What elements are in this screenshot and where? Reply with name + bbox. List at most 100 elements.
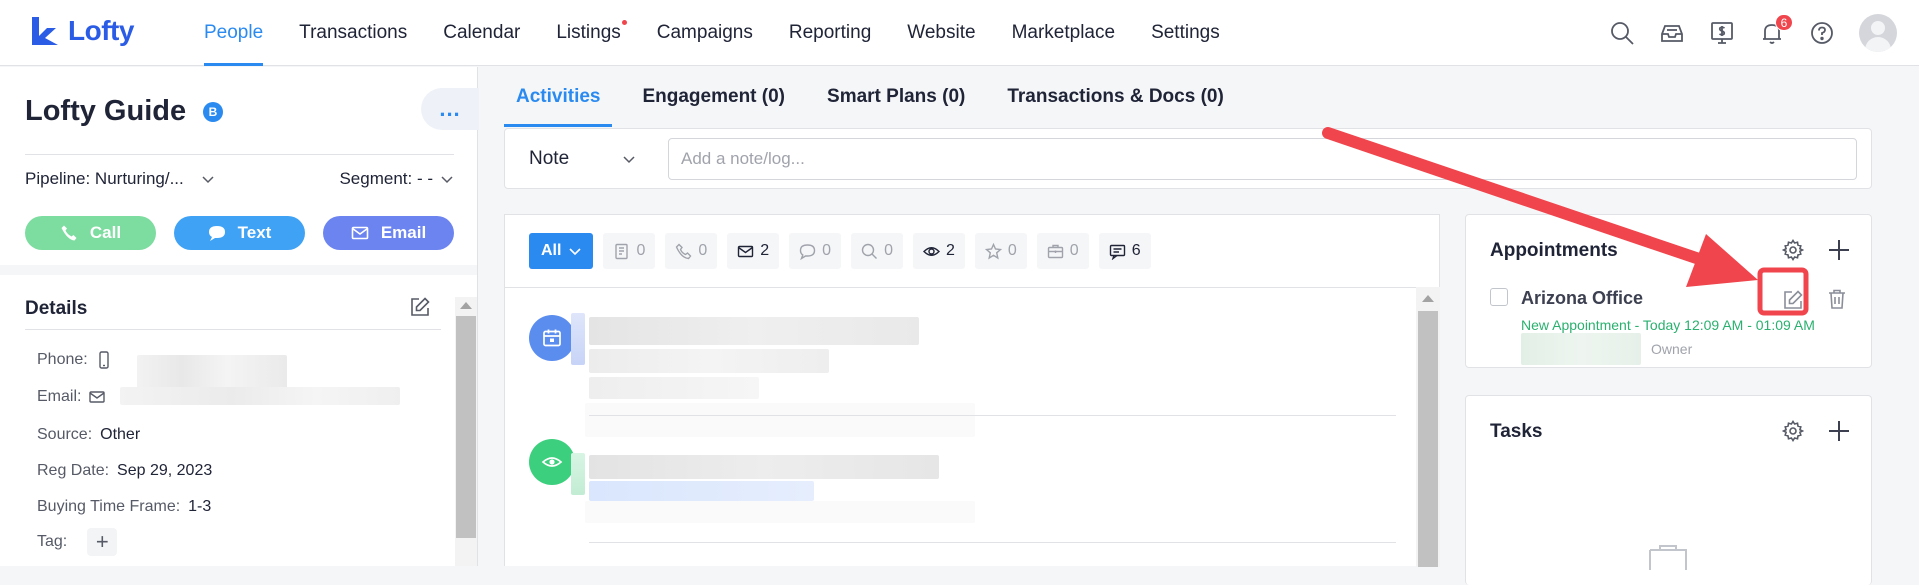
- filter-views[interactable]: 2: [912, 233, 965, 269]
- gear-icon[interactable]: [1782, 239, 1804, 261]
- timeline-separator: [589, 542, 1396, 543]
- nav-item-marketplace[interactable]: Marketplace: [994, 0, 1134, 66]
- note-input[interactable]: [668, 138, 1857, 180]
- filter-calls[interactable]: 0: [665, 233, 718, 269]
- appointment-checkbox[interactable]: [1490, 288, 1508, 306]
- filter-favorites[interactable]: 0: [974, 233, 1027, 269]
- tab-transactions-docs[interactable]: Transactions & Docs (0): [995, 67, 1235, 127]
- detail-row-reg-date: Reg Date: Sep 29, 2023: [37, 462, 212, 480]
- appointments-title: Appointments: [1490, 240, 1618, 261]
- call-button[interactable]: Call: [25, 216, 156, 250]
- all-filter-label: All: [541, 242, 562, 259]
- lofty-logo-icon: [32, 17, 58, 45]
- email-icon: [738, 245, 754, 257]
- appointment-owner-label: Owner: [1651, 341, 1693, 357]
- redacted-activity-detail: [589, 349, 829, 373]
- scroll-up-arrow[interactable]: [1422, 295, 1434, 302]
- detail-row-tag: Tag: +: [37, 528, 118, 556]
- tab-engagement[interactable]: Engagement (0): [630, 67, 797, 127]
- redacted-activity-title: [589, 455, 939, 479]
- nav-item-calendar[interactable]: Calendar: [425, 0, 538, 66]
- billing-icon[interactable]: [1709, 20, 1735, 46]
- help-icon[interactable]: [1809, 20, 1835, 46]
- eye-icon: [541, 457, 563, 467]
- tab-activities[interactable]: Activities: [504, 67, 613, 127]
- details-title: Details: [25, 298, 88, 319]
- activity-filters: All 0 0 2 0 0 2 0 0 6: [529, 233, 1151, 269]
- email-button[interactable]: Email: [323, 216, 454, 250]
- search-icon[interactable]: [1609, 20, 1635, 46]
- tasks-title: Tasks: [1490, 421, 1543, 442]
- add-tag-button[interactable]: +: [87, 528, 118, 556]
- nav-label: Website: [907, 22, 976, 43]
- scroll-up-arrow[interactable]: [460, 302, 472, 309]
- chevron-down-icon: [623, 155, 635, 163]
- note-type-dropdown[interactable]: Note: [529, 129, 635, 188]
- chevron-down-icon: [569, 248, 582, 256]
- nav-item-people[interactable]: People: [186, 0, 281, 66]
- edit-icon[interactable]: [1782, 289, 1804, 311]
- note-log-bar: Note: [504, 128, 1872, 189]
- filter-transactions[interactable]: 0: [1036, 233, 1089, 269]
- scrollbar-thumb[interactable]: [456, 316, 476, 538]
- edit-icon[interactable]: [409, 296, 431, 318]
- filter-texts[interactable]: 0: [789, 233, 842, 269]
- gear-icon[interactable]: [1782, 420, 1804, 442]
- segment-dropdown[interactable]: Segment: - -: [339, 169, 453, 189]
- calendar-icon: [543, 329, 561, 347]
- nav-item-transactions[interactable]: Transactions: [281, 0, 425, 66]
- plus-icon[interactable]: [1826, 418, 1852, 444]
- detail-row-phone: Phone:: [37, 351, 112, 369]
- contact-actions: Call Text Email: [25, 216, 454, 250]
- nav-item-listings[interactable]: Listings: [538, 0, 638, 66]
- timeline-separator: [589, 415, 1396, 416]
- lofty-logo[interactable]: Lofty: [28, 14, 134, 48]
- filter-count: 0: [698, 242, 708, 259]
- chevron-down-icon: [202, 176, 214, 184]
- plus-icon[interactable]: [1826, 237, 1852, 263]
- star-icon: [984, 242, 1002, 259]
- filter-count: 0: [1069, 242, 1079, 259]
- nav-item-reporting[interactable]: Reporting: [771, 0, 889, 66]
- tasks-card: Tasks: [1465, 395, 1872, 585]
- scrollbar-thumb[interactable]: [1418, 311, 1438, 567]
- filter-count: 0: [822, 242, 832, 259]
- note-icon: [615, 243, 629, 259]
- redacted-activity-title: [589, 317, 919, 345]
- phone-icon: [61, 225, 77, 241]
- briefcase-icon: [1047, 244, 1063, 258]
- activities-panel: All 0 0 2 0 0 2 0 0 6: [504, 214, 1440, 567]
- filter-messages[interactable]: 6: [1098, 233, 1151, 269]
- filter-count: 2: [760, 242, 770, 259]
- text-button[interactable]: Text: [174, 216, 305, 250]
- message-icon: [1109, 244, 1125, 260]
- user-avatar[interactable]: [1859, 14, 1897, 52]
- brand-name: Lofty: [68, 15, 134, 46]
- eye-icon: [922, 246, 940, 256]
- redacted-activity-meta: [589, 377, 759, 399]
- nav-item-website[interactable]: Website: [889, 0, 993, 66]
- tab-smart-plans[interactable]: Smart Plans (0): [815, 67, 977, 127]
- redacted-content: [585, 403, 975, 437]
- filter-notes[interactable]: 0: [603, 233, 656, 269]
- details-scrollbar[interactable]: [455, 297, 477, 566]
- tag-label: Tag:: [37, 533, 68, 550]
- appointment-name[interactable]: Arizona Office: [1521, 288, 1643, 309]
- nav-label: Settings: [1151, 22, 1220, 43]
- trash-icon[interactable]: [1826, 288, 1848, 310]
- bell-icon[interactable]: 6: [1759, 14, 1793, 46]
- timeline-view-icon: [529, 439, 575, 485]
- pipeline-dropdown[interactable]: Pipeline: Nurturing/...: [25, 169, 214, 189]
- more-options-button[interactable]: ...: [421, 88, 479, 130]
- note-type-label: Note: [529, 147, 570, 169]
- filter-emails[interactable]: 2: [727, 233, 780, 269]
- nav-item-campaigns[interactable]: Campaigns: [639, 0, 771, 66]
- all-filter-dropdown[interactable]: All: [529, 233, 594, 269]
- nav-label: Listings: [556, 22, 621, 43]
- nav-item-settings[interactable]: Settings: [1133, 0, 1238, 66]
- inbox-icon[interactable]: [1659, 20, 1685, 46]
- activities-scrollbar[interactable]: [1416, 287, 1440, 567]
- search-icon: [861, 243, 878, 259]
- filter-searches[interactable]: 0: [851, 233, 903, 269]
- redacted-email: [120, 387, 400, 405]
